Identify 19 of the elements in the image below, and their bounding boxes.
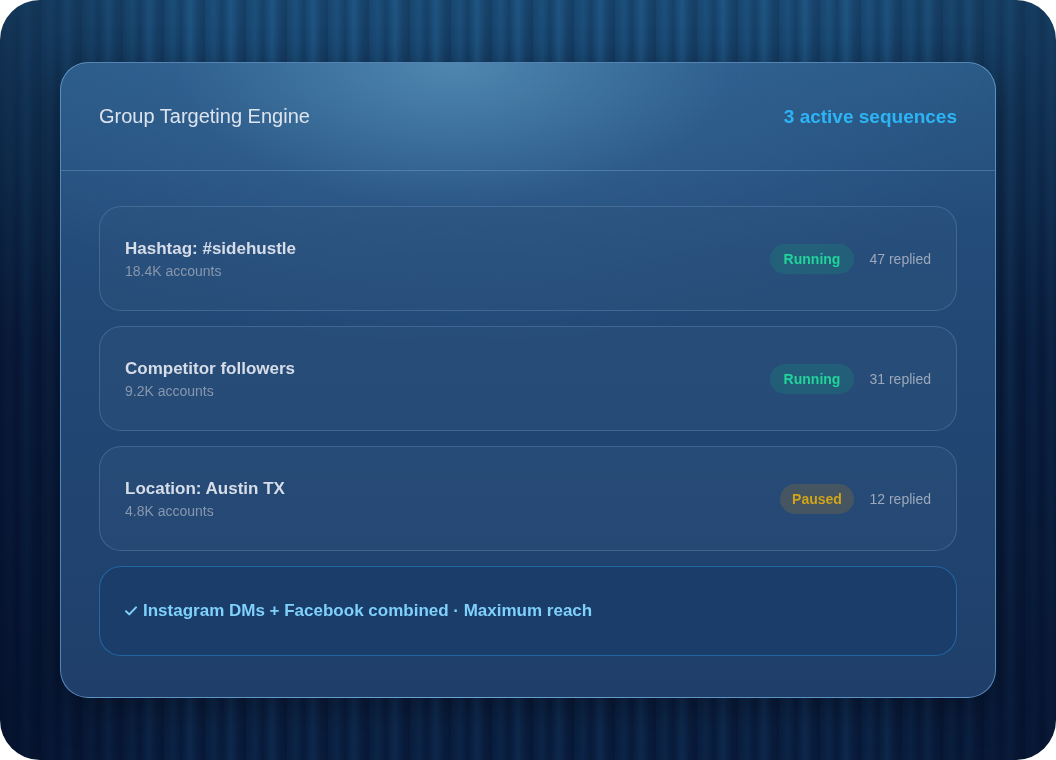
audience-count: 18.4K accounts: [125, 262, 223, 279]
audience-count: 9.2K accounts: [125, 382, 215, 399]
reply-count: 12 replied: [869, 490, 931, 507]
sequence-row[interactable]: Competitor followers 9.2K accounts Running 31 replied: [99, 326, 957, 431]
card-title: Group Targeting Engine: [99, 105, 310, 128]
active-count: 3 active sequences: [783, 105, 957, 128]
reply-count: 47 replied: [869, 250, 931, 267]
sequence-row[interactable]: Hashtag: #sidehustle 18.4K accounts Running 47 replied: [99, 206, 957, 311]
reply-count: 31 replied: [869, 370, 931, 387]
status-badge: Running: [770, 243, 854, 274]
sequence-name: Hashtag: #sidehustle: [125, 238, 296, 259]
sequence-name: Competitor followers: [125, 358, 295, 379]
audience-count: 4.8K accounts: [125, 502, 215, 519]
status-badge: Running: [770, 363, 854, 394]
channel-note: Instagram DMs + Facebook combined · Maximum reach: [143, 601, 593, 621]
status-badge: Paused: [780, 483, 854, 514]
check-icon: [125, 606, 137, 616]
sequence-row[interactable]: Location: Austin TX 4.8K accounts Paused 12 replied: [99, 446, 957, 551]
sequence-name: Location: Austin TX: [125, 478, 285, 499]
